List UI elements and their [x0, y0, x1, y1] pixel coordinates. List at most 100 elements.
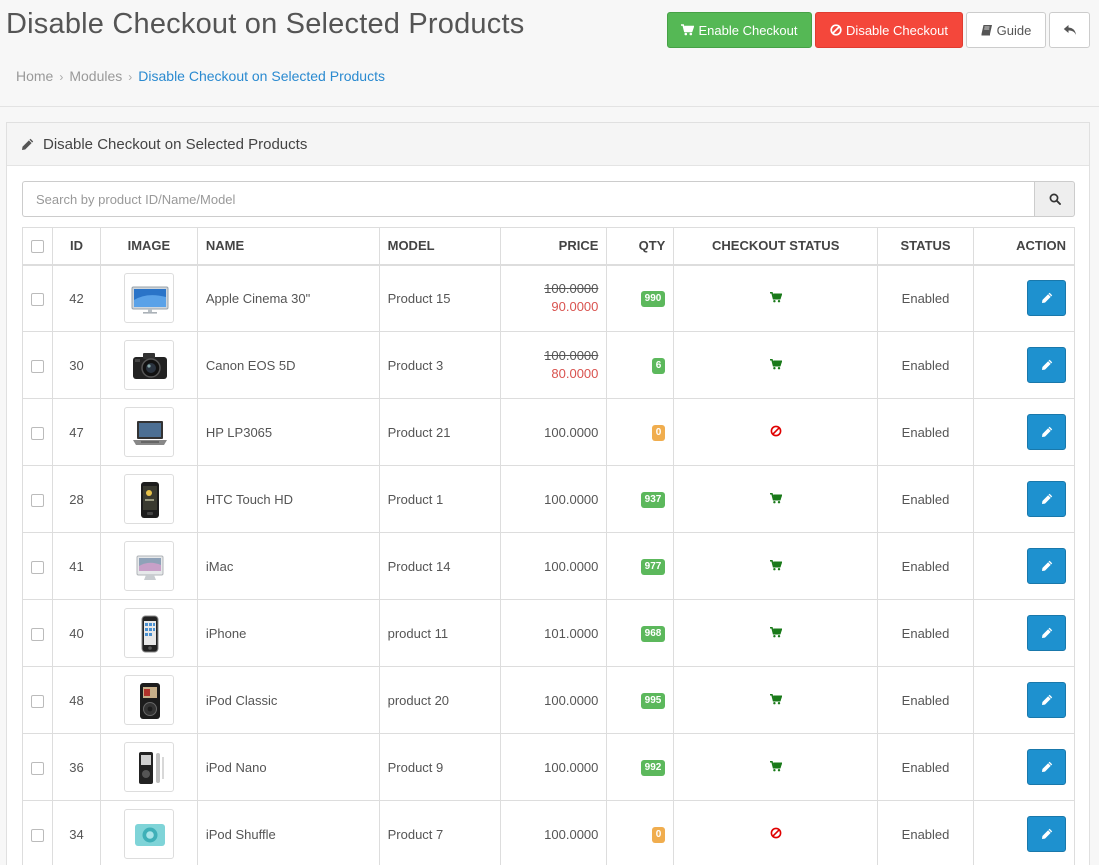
product-thumbnail [123, 474, 174, 524]
row-checkbox[interactable] [31, 292, 44, 306]
special-price: 90.0000 [551, 299, 599, 315]
enable-checkout-button[interactable]: Enable Checkout [667, 12, 812, 48]
product-name: iPhone [196, 599, 380, 667]
edit-button[interactable] [1027, 615, 1066, 651]
checkout-status-cell [673, 264, 879, 332]
product-name: Apple Cinema 30" [196, 264, 380, 332]
row-checkbox[interactable] [31, 694, 44, 708]
column-header-name[interactable]: NAME [196, 227, 380, 266]
qty-cell: 995 [606, 666, 675, 734]
product-thumbnail [123, 541, 174, 591]
reply-icon [1063, 25, 1076, 35]
row-checkbox[interactable] [31, 761, 44, 775]
row-select-cell [22, 800, 53, 865]
checkout-status-cell [673, 800, 879, 865]
checkout-status-cell [673, 532, 879, 600]
breadcrumb-home[interactable]: Home [16, 68, 53, 84]
pencil-icon [1041, 493, 1052, 504]
page-title: Disable Checkout on Selected Products [6, 8, 525, 40]
ban-icon [770, 827, 782, 838]
checkout-status-cell [673, 465, 879, 533]
pencil-icon [22, 138, 34, 150]
qty-badge: 937 [640, 492, 666, 508]
table-row: 28 HTC Touch HD Product 1 100.0000 937 Enable… [22, 465, 1075, 533]
edit-button[interactable] [1027, 481, 1066, 517]
disable-checkout-label: Disable Checkout [846, 22, 948, 38]
select-all-checkbox[interactable] [31, 240, 44, 254]
product-thumbnail [123, 407, 174, 457]
column-header-id[interactable]: ID [52, 227, 101, 266]
row-checkbox[interactable] [31, 828, 44, 842]
product-name: iMac [196, 532, 380, 600]
row-checkbox[interactable] [31, 426, 44, 440]
search-input[interactable] [22, 181, 1034, 217]
search-button[interactable] [1034, 181, 1075, 217]
table-row: 42 Apple Cinema 30" Product 15 100.0000 90.0… [22, 264, 1075, 332]
column-header-price[interactable]: PRICE [500, 227, 608, 266]
price: 100.0000 [544, 558, 599, 574]
row-checkbox[interactable] [31, 359, 44, 373]
qty-badge: 0 [651, 425, 666, 441]
guide-button[interactable]: Guide [966, 12, 1046, 48]
cart-icon [681, 24, 695, 36]
product-thumbnail [123, 675, 174, 725]
product-model: Product 14 [378, 532, 502, 600]
price-cell: 100.0000 [500, 465, 608, 533]
breadcrumb-current[interactable]: Disable Checkout on Selected Products [138, 68, 385, 84]
edit-button[interactable] [1027, 280, 1066, 317]
product-id: 48 [52, 666, 101, 734]
edit-button[interactable] [1027, 347, 1066, 383]
column-header-qty[interactable]: QTY [606, 227, 675, 266]
action-cell [973, 331, 1075, 399]
status-text: Enabled [877, 465, 974, 533]
product-name: iPod Shuffle [196, 800, 380, 865]
product-id: 28 [52, 465, 101, 533]
table-row: 41 iMac Product 14 100.0000 977 Enabled [22, 532, 1075, 600]
enable-checkout-label: Enable Checkout [698, 22, 798, 38]
pencil-icon [1041, 359, 1052, 370]
qty-badge: 992 [640, 760, 666, 776]
column-header-checkout-status[interactable]: CHECKOUT STATUS [673, 227, 879, 266]
breadcrumb-separator: › [128, 70, 133, 84]
back-button[interactable] [1049, 12, 1090, 48]
product-thumbnail [123, 809, 174, 859]
product-thumbnail [123, 742, 174, 792]
qty-cell: 968 [606, 599, 675, 667]
action-cell [973, 398, 1075, 466]
action-cell [973, 733, 1075, 801]
edit-button[interactable] [1027, 414, 1066, 450]
product-id: 34 [52, 800, 101, 865]
breadcrumb-modules[interactable]: Modules [69, 68, 122, 84]
checkout-status-cell [673, 599, 879, 667]
regular-price: 100.0000 [544, 281, 599, 297]
products-panel: Disable Checkout on Selected Products ID… [6, 122, 1090, 865]
qty-badge: 0 [651, 827, 666, 843]
edit-button[interactable] [1027, 682, 1066, 718]
edit-button[interactable] [1027, 548, 1066, 584]
row-checkbox[interactable] [31, 560, 44, 574]
row-select-cell [22, 264, 53, 332]
cart-icon [769, 693, 783, 704]
ban-icon [830, 24, 842, 36]
checkout-status-cell [673, 398, 879, 466]
checkout-status-cell [673, 666, 879, 734]
column-header-model[interactable]: MODEL [378, 227, 502, 266]
disable-checkout-button[interactable]: Disable Checkout [815, 12, 963, 48]
breadcrumb: Home › Modules › Disable Checkout on Selecte… [16, 68, 385, 84]
column-header-status[interactable]: STATUS [877, 227, 974, 266]
product-image-cell [99, 800, 198, 865]
product-thumbnail [123, 340, 174, 390]
edit-button[interactable] [1027, 749, 1066, 785]
row-checkbox[interactable] [31, 493, 44, 507]
product-image-cell [99, 666, 198, 734]
price: 100.0000 [544, 692, 599, 708]
row-checkbox[interactable] [31, 627, 44, 641]
edit-button[interactable] [1027, 816, 1066, 852]
book-icon [981, 25, 992, 36]
product-model: Product 1 [378, 465, 502, 533]
status-text: Enabled [877, 331, 974, 399]
search-bar [22, 181, 1075, 217]
product-image-cell [99, 264, 198, 332]
price-cell: 100.0000 90.0000 [500, 264, 608, 332]
pencil-icon [1041, 627, 1052, 638]
